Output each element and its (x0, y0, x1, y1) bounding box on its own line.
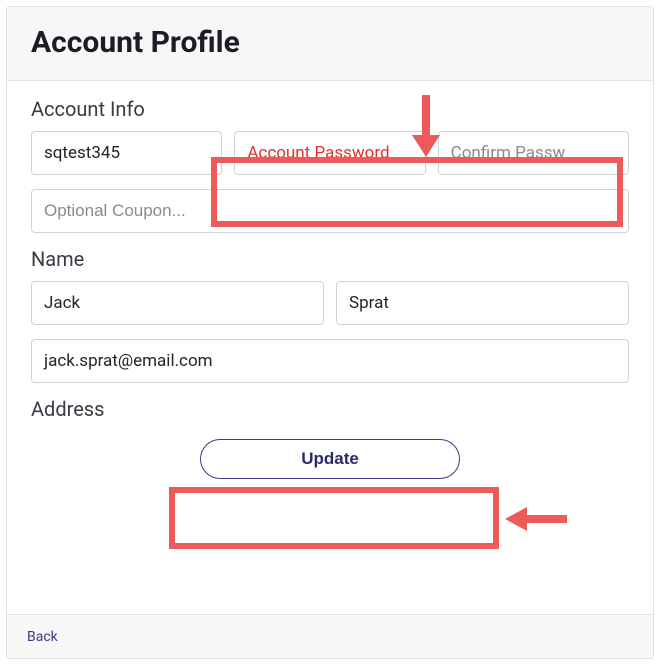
password-placeholder: Account Password (247, 143, 389, 163)
first-name-value: Jack (44, 293, 80, 313)
section-label-name: Name (31, 247, 629, 271)
section-label-account: Account Info (31, 97, 629, 121)
section-label-address: Address (31, 397, 629, 421)
annotation-arrow-left-icon (505, 501, 571, 537)
page-title: Account Profile (31, 25, 629, 60)
last-name-value: Sprat (349, 293, 389, 313)
account-profile-card: Account Profile Account Info sqtest345 A… (6, 6, 654, 659)
name-row: Jack Sprat (31, 281, 629, 325)
coupon-input[interactable] (31, 189, 629, 233)
card-footer: Back (7, 614, 653, 658)
card-body: Account Info sqtest345 Account Password … (7, 81, 653, 479)
confirm-password-placeholder: Confirm Passw (451, 143, 566, 163)
password-field[interactable]: Account Password (234, 131, 425, 175)
card-header: Account Profile (7, 7, 653, 81)
email-row: jack.sprat@email.com (31, 339, 629, 383)
first-name-field[interactable]: Jack (31, 281, 324, 325)
email-field[interactable]: jack.sprat@email.com (31, 339, 629, 383)
username-value: sqtest345 (44, 143, 120, 163)
back-link[interactable]: Back (27, 629, 58, 645)
update-button[interactable]: Update (200, 439, 460, 479)
email-value: jack.sprat@email.com (44, 351, 213, 371)
confirm-password-field[interactable]: Confirm Passw (438, 131, 629, 175)
back-link-label: Back (27, 629, 58, 645)
annotation-box-update (169, 487, 499, 549)
username-field[interactable]: sqtest345 (31, 131, 222, 175)
coupon-row (31, 189, 629, 233)
last-name-field[interactable]: Sprat (336, 281, 629, 325)
account-row: sqtest345 Account Password Confirm Passw (31, 131, 629, 175)
update-button-label: Update (301, 449, 359, 468)
